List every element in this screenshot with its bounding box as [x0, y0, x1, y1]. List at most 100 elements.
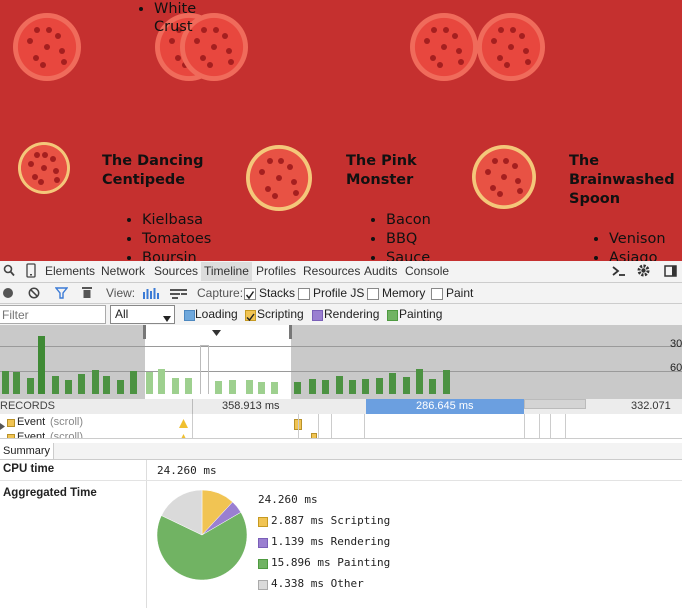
- list-item: Tomatoes: [142, 230, 211, 249]
- table-row[interactable]: Event (scroll): [0, 431, 192, 439]
- other-legend: 4.338 ms Other: [271, 577, 364, 590]
- pepperoni-dot: [55, 32, 62, 39]
- warning-icon: [179, 417, 188, 431]
- pepperoni-dot: [490, 184, 497, 191]
- expand-arrow-icon[interactable]: [0, 434, 5, 438]
- tab-elements[interactable]: Elements: [45, 264, 95, 278]
- topping-list: Kielbasa Tomatoes Boursin: [122, 211, 211, 261]
- rendering-swatch[interactable]: [312, 310, 323, 321]
- grid-lines: [565, 414, 566, 438]
- painting-label: Painting: [399, 307, 443, 321]
- grid-lines: [331, 414, 332, 438]
- pepperoni-dot: [492, 157, 499, 164]
- record-bar[interactable]: [311, 433, 317, 438]
- filter-input[interactable]: [0, 305, 106, 324]
- pepperoni-dot: [272, 192, 279, 199]
- trash-icon[interactable]: [82, 286, 92, 302]
- tab-resources[interactable]: Resources: [303, 264, 360, 278]
- filter-icon[interactable]: [54, 287, 69, 302]
- loading-swatch[interactable]: [184, 310, 195, 321]
- pepperoni-dot: [41, 165, 47, 171]
- grid-lines: [298, 414, 299, 438]
- painting-swatch[interactable]: [387, 310, 398, 321]
- pepperoni-dot: [40, 62, 47, 69]
- capture-label: Capture:: [197, 286, 244, 300]
- tab-console[interactable]: Console: [405, 264, 449, 278]
- pepperoni-dot: [193, 38, 200, 45]
- pepperoni-dot: [509, 26, 516, 33]
- pepperoni-dot: [525, 59, 532, 66]
- tab-timeline[interactable]: Timeline: [201, 262, 252, 281]
- timeline-toolbar: View: Capture: Stacks Profile JS Memory …: [0, 283, 682, 304]
- pepperoni-dot: [431, 26, 438, 33]
- pepperoni-dot: [226, 47, 233, 54]
- ruler-time: 358.913 ms: [222, 400, 280, 412]
- list-item: Venison: [609, 230, 666, 249]
- devtools-tabbar: Elements Network Sources Timeline Profil…: [0, 261, 682, 283]
- overview-handle-left[interactable]: [143, 325, 146, 339]
- profile-js-checkbox[interactable]: [298, 288, 310, 300]
- tab-network[interactable]: Network: [101, 264, 145, 278]
- pepperoni-dot: [26, 38, 33, 45]
- pepperoni-dot: [201, 26, 208, 33]
- pizza-image: [410, 13, 478, 81]
- gear-icon[interactable]: [636, 263, 651, 281]
- list-item: Bacon: [386, 211, 431, 230]
- pepperoni-dot: [34, 26, 41, 33]
- scripting-label: Scripting: [257, 307, 304, 321]
- clear-icon[interactable]: [28, 287, 40, 302]
- overview-scale-label: 60: [670, 362, 682, 374]
- overview-gridline: [0, 346, 682, 347]
- grid-lines: [539, 414, 540, 438]
- pepperoni-dot: [44, 44, 50, 50]
- paint-checkbox[interactable]: [431, 288, 443, 300]
- view-bars-icon[interactable]: [143, 287, 159, 302]
- chevron-down-icon: [163, 311, 171, 325]
- table-row[interactable]: Event (scroll): [0, 416, 192, 431]
- rendering-legend-swatch: [258, 538, 268, 548]
- dock-side-icon[interactable]: [664, 264, 678, 281]
- pepperoni-dot: [49, 156, 56, 163]
- pepperoni-dot: [52, 167, 59, 174]
- scripting-checkbox[interactable]: [245, 310, 256, 322]
- pepperoni-dot: [290, 178, 297, 185]
- scripting-legend: 2.887 ms Scripting: [271, 514, 391, 527]
- pepperoni-dot: [490, 38, 497, 45]
- ruler-segment: [524, 399, 586, 409]
- overview-gridline: [0, 371, 682, 372]
- overview-marker: [212, 325, 221, 339]
- timeline-ruler: RECORDS 358.913 ms 286.645 ms 332.071 m: [0, 399, 682, 424]
- pepperoni-dot: [38, 178, 45, 185]
- overview-handle-right[interactable]: [289, 325, 292, 339]
- pizza-image: [477, 13, 545, 81]
- category-select[interactable]: All: [110, 305, 175, 324]
- records-list: Event (scroll) Event (scroll): [0, 414, 682, 439]
- topping-list: Venison Asiago: [589, 230, 666, 261]
- tab-summary[interactable]: Summary: [0, 443, 55, 459]
- search-icon[interactable]: [3, 264, 15, 280]
- rendering-label: Rendering: [324, 307, 380, 321]
- topping-list: Bacon BBQ Sauce: [366, 211, 431, 261]
- ruler-divider: [192, 399, 193, 414]
- record-name: Event: [17, 431, 46, 439]
- record-button[interactable]: [3, 288, 13, 298]
- pizza-title: The Dancing Centipede: [102, 153, 204, 188]
- pepperoni-dot: [452, 32, 459, 39]
- view-flame-icon[interactable]: [170, 288, 187, 302]
- pepperoni-dot: [456, 47, 463, 54]
- timeline-overview[interactable]: 30 60: [0, 325, 682, 399]
- console-drawer-icon[interactable]: [612, 265, 626, 280]
- ruler-time-selected: 286.645 ms: [416, 400, 474, 412]
- stacks-checkbox[interactable]: [244, 288, 256, 300]
- list-item: White: [154, 0, 196, 19]
- pepperoni-dot: [511, 163, 518, 170]
- pepperoni-dot: [502, 157, 509, 164]
- tab-sources[interactable]: Sources: [154, 264, 198, 278]
- tab-profiles[interactable]: Profiles: [256, 264, 296, 278]
- grid-lines: [364, 414, 365, 438]
- pepperoni-dot: [264, 186, 271, 193]
- tab-audits[interactable]: Audits: [364, 264, 397, 278]
- memory-checkbox[interactable]: [367, 288, 379, 300]
- filter-bar: All Loading Scripting Rendering Painting: [0, 304, 682, 326]
- device-mode-icon[interactable]: [26, 263, 36, 281]
